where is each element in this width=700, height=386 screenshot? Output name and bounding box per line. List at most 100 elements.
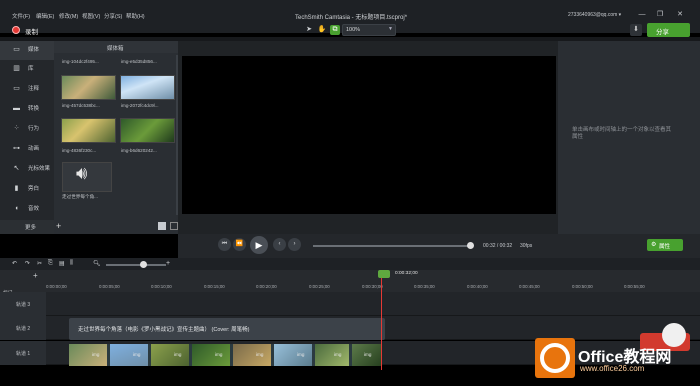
ruler-tick-label: 0:00:25;00 (309, 284, 330, 289)
media-thumbnail[interactable] (61, 75, 116, 100)
maximize-button[interactable]: ❐ (655, 10, 665, 20)
zoom-out-icon[interactable]: 🔍︎ (93, 260, 101, 267)
playhead-handle[interactable] (378, 270, 390, 278)
media-item-name: img-b6d620242... (121, 148, 157, 153)
media-thumbnail[interactable] (120, 118, 175, 143)
account-menu[interactable]: 2733640963@qq.com ▾ (568, 12, 621, 18)
sidebar-item-behaviors[interactable] (0, 120, 54, 139)
pointer-tool-icon[interactable]: ➤ (304, 25, 314, 35)
minimize-button[interactable]: — (637, 10, 647, 20)
download-icon[interactable]: ⬇ (630, 24, 642, 36)
rewind-icon[interactable]: ⏪ (233, 238, 246, 251)
play-button[interactable]: ▶ (250, 236, 268, 254)
playhead-time: 0:00:32;00 (395, 271, 418, 276)
sidebar-item-label: 注释 (28, 86, 40, 92)
timeline-toolbar (0, 258, 700, 270)
crop-tool-icon[interactable]: ⧉ (330, 25, 340, 35)
add-media-icon[interactable]: + (56, 221, 61, 231)
clip-label: img (215, 352, 223, 357)
media-item-name: img-104dc2f495... (62, 59, 99, 64)
record-button[interactable]: 录制 (25, 26, 38, 36)
sidebar-item-media[interactable] (0, 41, 54, 60)
behavior-icon: ⁘ (13, 125, 20, 132)
library-icon: ▥ (13, 65, 20, 72)
ruler-tick-label: 0:00:05;00 (99, 284, 120, 289)
sidebar-item-label: 音效 (28, 206, 40, 212)
media-item-name: img-2072fc4dc9l... (121, 103, 159, 108)
menu-share[interactable]: 分享(S) (104, 12, 122, 20)
preview-canvas[interactable] (182, 56, 556, 214)
sidebar-item-library[interactable] (0, 60, 54, 79)
split-icon[interactable]: ⫼ (70, 260, 73, 267)
previous-frame-icon[interactable]: ‹ (273, 238, 286, 251)
media-bin-title: 媒体箱 (107, 46, 124, 52)
sidebar-item-label: 光标效果 (28, 166, 51, 172)
close-button[interactable]: ✕ (675, 10, 685, 20)
undo-icon[interactable]: ↶ (12, 260, 17, 267)
copy-icon[interactable]: ⎘ (48, 260, 53, 267)
seek-handle[interactable] (467, 242, 474, 249)
ruler-tick-label: 0:00:45;00 (519, 284, 540, 289)
zoom-in-icon[interactable]: + (166, 260, 170, 267)
share-label: 分享 (656, 29, 669, 36)
mic-icon: ▮ (14, 185, 19, 192)
speaker-icon: 🔊︎ (76, 163, 88, 183)
sidebar-item-label: 转换 (28, 106, 40, 112)
annotation-icon: ▭ (13, 85, 20, 92)
fps-label: 30fps (520, 243, 533, 249)
sidebar-item-narration[interactable] (0, 180, 54, 199)
sidebar-item-label: 旁白 (28, 186, 40, 192)
record-icon[interactable] (12, 26, 20, 34)
chevron-down-icon: ▼ (388, 26, 393, 32)
audio-clip-title: 走过世界每个角落（电影《罗小黑战记》宣传主题曲） (Cover: 周笔畅) (78, 327, 250, 333)
image-clip[interactable] (274, 344, 312, 366)
film-icon: ▭ (13, 46, 20, 53)
image-clip[interactable] (315, 344, 349, 366)
clip-label: img (256, 352, 264, 357)
properties-hint: 单击画布或时间轴上的一个对象以查看其属性 (572, 127, 672, 140)
sidebar-item-annotations[interactable] (0, 80, 54, 99)
step-back-icon[interactable]: ⏮ (218, 238, 231, 251)
grid-view-icon[interactable] (158, 222, 166, 230)
zoom-slider-handle[interactable] (140, 261, 147, 268)
image-clip[interactable] (233, 344, 271, 366)
menu-view[interactable]: 视图(V) (82, 12, 100, 20)
track-label: 轨道 3 (16, 302, 31, 308)
sidebar-item-audio-effects[interactable] (0, 200, 54, 219)
image-clip[interactable] (69, 344, 107, 366)
redo-icon[interactable]: ↷ (25, 260, 30, 267)
timeline-zoom-slider[interactable] (106, 264, 166, 266)
media-item-name: img-e5d35d856... (121, 59, 157, 64)
playhead[interactable] (381, 270, 382, 370)
ruler-tick-label: 0:00:30;00 (362, 284, 383, 289)
menu-modify[interactable]: 修改(M) (59, 12, 78, 20)
cut-icon[interactable]: ✂ (37, 260, 42, 267)
clip-label: img (133, 352, 141, 357)
media-item-name: 走过世界每个角... (62, 194, 98, 199)
sidebar-item-transitions[interactable] (0, 100, 54, 119)
menu-file[interactable]: 文件(F) (12, 12, 30, 20)
next-frame-icon[interactable]: › (288, 238, 301, 251)
image-clip[interactable] (192, 344, 230, 366)
media-thumbnail[interactable] (120, 75, 175, 100)
menu-help[interactable]: 帮助(H) (126, 12, 145, 20)
ruler-tick-label: 0:00:35;00 (414, 284, 435, 289)
paste-icon[interactable]: ▤ (59, 260, 65, 267)
media-item-name: img-457dc538bc... (62, 103, 100, 108)
sidebar-item-label: 行为 (28, 126, 40, 132)
image-clip[interactable] (110, 344, 148, 366)
sidebar-item-label: 库 (28, 66, 34, 72)
sidebar-item-animations[interactable] (0, 140, 54, 159)
add-track-icon[interactable]: + (33, 271, 38, 280)
hand-tool-icon[interactable]: ✋ (317, 25, 327, 35)
list-view-icon[interactable] (170, 222, 178, 230)
ruler-tick-label: 0:00:10;00 (151, 284, 172, 289)
image-clip[interactable] (151, 344, 189, 366)
audio-icon: ◖ (14, 205, 19, 212)
ruler-tick-label: 0:00:00;00 (46, 284, 67, 289)
clip-label: img (92, 352, 100, 357)
animation-icon: ⊶ (13, 145, 20, 152)
playback-seek-bar[interactable] (313, 245, 470, 247)
menu-edit[interactable]: 编辑(E) (36, 12, 54, 20)
media-thumbnail[interactable] (61, 118, 116, 143)
